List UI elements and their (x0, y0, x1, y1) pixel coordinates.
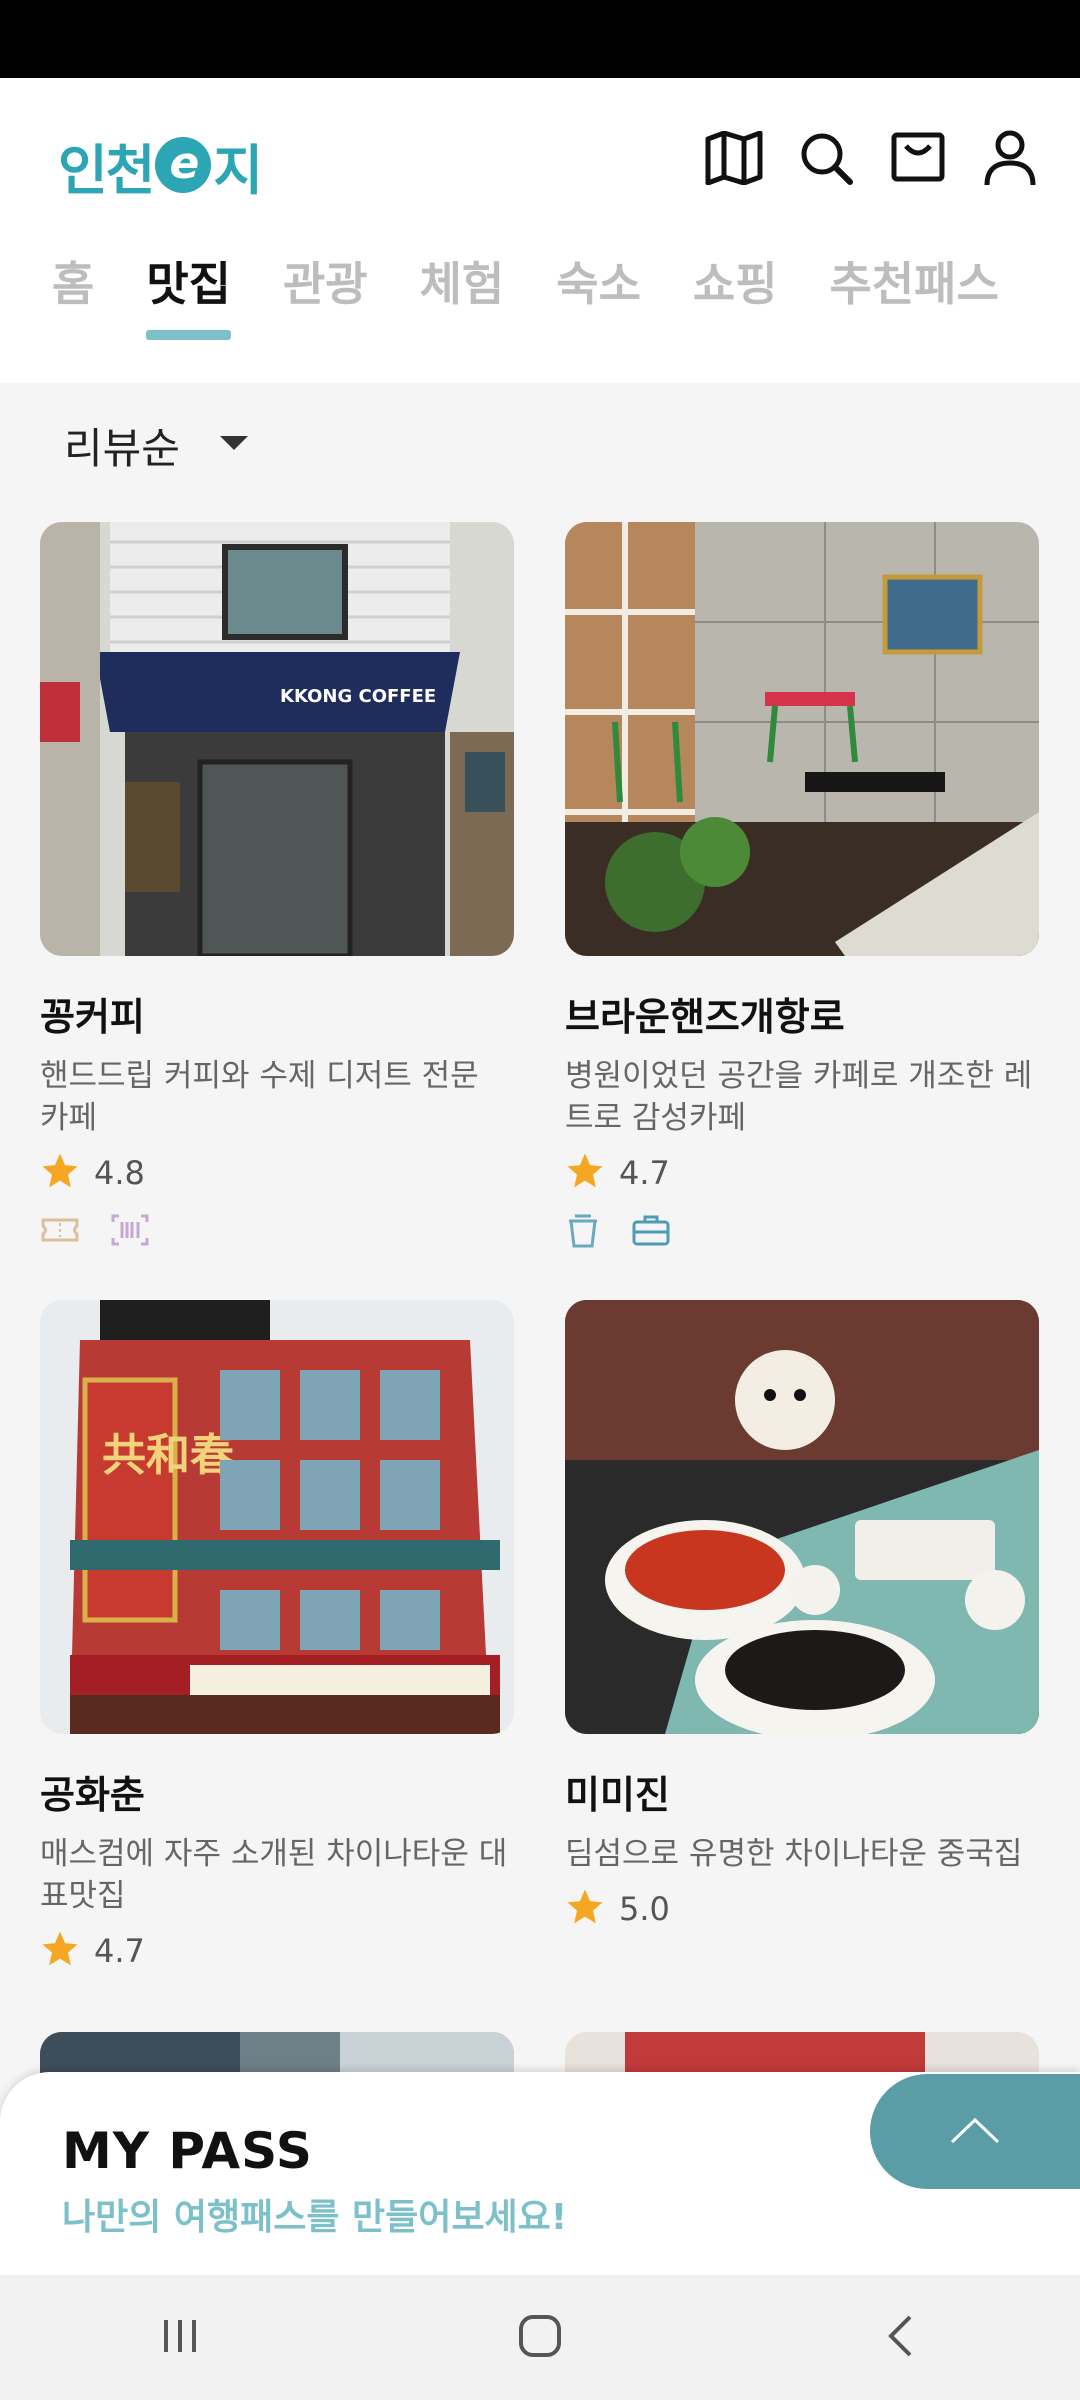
home-icon (517, 2313, 563, 2363)
tab-shopping[interactable]: 쇼핑 (693, 248, 778, 348)
restaurant-description: 매스컴에 자주 소개된 차이나타운 대표맛집 (40, 1836, 508, 1914)
recent-apps-icon (160, 2316, 200, 2360)
rating-score: 4.8 (94, 1154, 145, 1192)
dropdown-arrow-icon (219, 435, 248, 456)
barcode-icon (110, 1213, 150, 1251)
restaurant-name: 브라운핸즈개항로 (565, 995, 845, 1039)
rating: 4.7 (40, 1929, 514, 1973)
rating-score: 5.0 (619, 1890, 670, 1928)
rating-score: 4.7 (94, 1932, 145, 1970)
shop-sign: KKONG COFFEE (280, 686, 436, 707)
star-icon (40, 1151, 80, 1195)
rating: 5.0 (565, 1887, 1039, 1931)
cup-icon (565, 1213, 601, 1253)
star-icon (565, 1887, 605, 1931)
tag-icons (565, 1213, 1039, 1253)
search-icon[interactable] (796, 128, 856, 188)
tab-restaurants[interactable]: 맛집 (146, 248, 231, 348)
sort-label: 리뷰순 (64, 424, 180, 473)
restaurant-photo (565, 1300, 1039, 1734)
app-logo[interactable]: 인천 e 지 (58, 130, 263, 202)
restaurant-card[interactable]: KKONG COFFEE 꽁커피 핸드드립 커피와 수제 디저트 전문 카페 4… (40, 522, 514, 1251)
tab-recommended-pass[interactable]: 추천패스 (830, 248, 999, 348)
map-icon[interactable] (704, 128, 764, 188)
star-icon (565, 1151, 605, 1195)
tab-home[interactable]: 홈 (52, 248, 94, 348)
briefcase-icon (631, 1213, 671, 1253)
restaurant-description: 딤섬으로 유명한 차이나타운 중국집 (565, 1836, 1023, 1872)
restaurant-card[interactable]: 共和春 공화춘 매스컴에 자주 소개된 차이나타운 대표맛집 4.7 (40, 1300, 514, 1973)
status-bar (0, 0, 1080, 78)
restaurant-card[interactable]: 브라운핸즈개항로 병원이었던 공간을 카페로 개조한 레트로 감성카페 4.7 (565, 522, 1039, 1253)
ticket-icon (40, 1213, 80, 1251)
rating-score: 4.7 (619, 1154, 670, 1192)
home-button[interactable] (490, 2288, 590, 2388)
back-icon (885, 2313, 915, 2363)
rating: 4.7 (565, 1151, 1039, 1195)
rating: 4.8 (40, 1151, 514, 1195)
category-tabs: 홈 맛집 관광 체험 숙소 쇼핑 추천패스 (0, 248, 1080, 383)
star-icon (40, 1929, 80, 1973)
sort-dropdown[interactable]: 리뷰순 (64, 415, 248, 476)
restaurant-name: 미미진 (565, 1773, 670, 1817)
my-pass-title: MY PASS (62, 2122, 313, 2180)
restaurant-card[interactable]: 미미진 딤섬으로 유명한 차이나타운 중국집 5.0 (565, 1300, 1039, 1931)
user-icon[interactable] (980, 128, 1040, 188)
restaurant-description: 핸드드립 커피와 수제 디저트 전문 카페 (40, 1058, 479, 1136)
header: 인천 e 지 홈 맛집 관광 체험 숙소 쇼핑 추천패스 (0, 78, 1080, 383)
back-button[interactable] (850, 2288, 950, 2388)
restaurant-photo: 共和春 (40, 1300, 514, 1734)
logo-text: 인천 (58, 138, 155, 202)
logo-text: 지 (213, 138, 263, 202)
restaurant-description: 병원이었던 공간을 카페로 개조한 레트로 감성카페 (565, 1058, 1033, 1136)
tab-accommodation[interactable]: 숙소 (556, 248, 641, 348)
restaurant-photo (565, 522, 1039, 956)
logo-e: e (155, 137, 212, 193)
restaurant-name: 공화춘 (40, 1773, 145, 1817)
shop-sign: 共和春 (102, 1430, 234, 1481)
tab-experience[interactable]: 체험 (420, 248, 505, 348)
restaurant-name: 꽁커피 (40, 995, 145, 1039)
restaurant-photo: KKONG COFFEE (40, 522, 514, 956)
my-pass-subtitle: 나만의 여행패스를 만들어보세요! (62, 2197, 568, 2238)
tag-icons (40, 1213, 514, 1251)
system-nav-bar (0, 2275, 1080, 2400)
tab-sightseeing[interactable]: 관광 (283, 248, 368, 348)
chevron-up-icon (949, 2115, 1001, 2149)
expand-up-button[interactable] (870, 2074, 1080, 2189)
recent-apps-button[interactable] (130, 2288, 230, 2388)
shopping-bag-icon[interactable] (888, 128, 948, 188)
